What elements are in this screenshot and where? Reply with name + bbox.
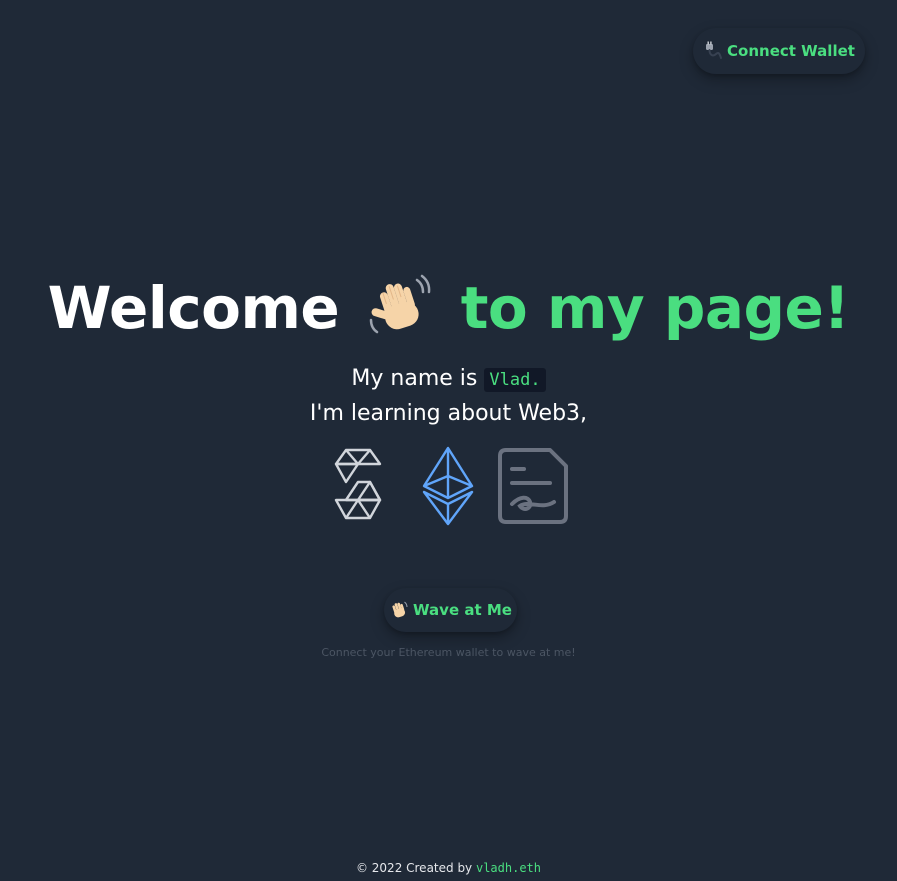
name-code: Vlad. bbox=[484, 368, 546, 392]
name-prefix: My name is bbox=[351, 366, 485, 391]
solana-logo-icon bbox=[332, 446, 384, 526]
author-link[interactable]: vladh.eth bbox=[476, 861, 541, 875]
intro-text: My name is Vlad. I'm learning about Web3… bbox=[0, 362, 897, 430]
footer: © 2022 Created by vladh.eth bbox=[0, 861, 897, 875]
ethereum-logo-icon bbox=[422, 446, 474, 530]
page: Connect Wallet Welcome to my page! My na… bbox=[0, 0, 897, 881]
footer-copyright: © 2022 Created by bbox=[355, 861, 476, 875]
wave-at-me-label: Wave at Me bbox=[413, 601, 512, 619]
contract-document-icon bbox=[498, 446, 570, 530]
learning-line: I'm learning about Web3, bbox=[309, 401, 588, 426]
connect-wallet-label: Connect Wallet bbox=[727, 42, 855, 60]
wave-hint-text: Connect your Ethereum wallet to wave at … bbox=[321, 646, 576, 659]
connect-wallet-button[interactable]: Connect Wallet bbox=[693, 28, 865, 74]
waving-hand-icon bbox=[389, 600, 409, 620]
waving-hand-icon bbox=[365, 274, 435, 338]
wave-at-me-button[interactable]: Wave at Me bbox=[384, 588, 517, 632]
hero: Welcome to my page! bbox=[0, 272, 897, 344]
page-title: Welcome to my page! bbox=[0, 272, 897, 344]
title-welcome: Welcome bbox=[47, 274, 340, 342]
name-line: My name is Vlad. bbox=[0, 362, 897, 397]
title-to-my-page: to my page! bbox=[460, 274, 850, 342]
tech-logos bbox=[330, 446, 570, 526]
plug-icon bbox=[703, 41, 723, 61]
